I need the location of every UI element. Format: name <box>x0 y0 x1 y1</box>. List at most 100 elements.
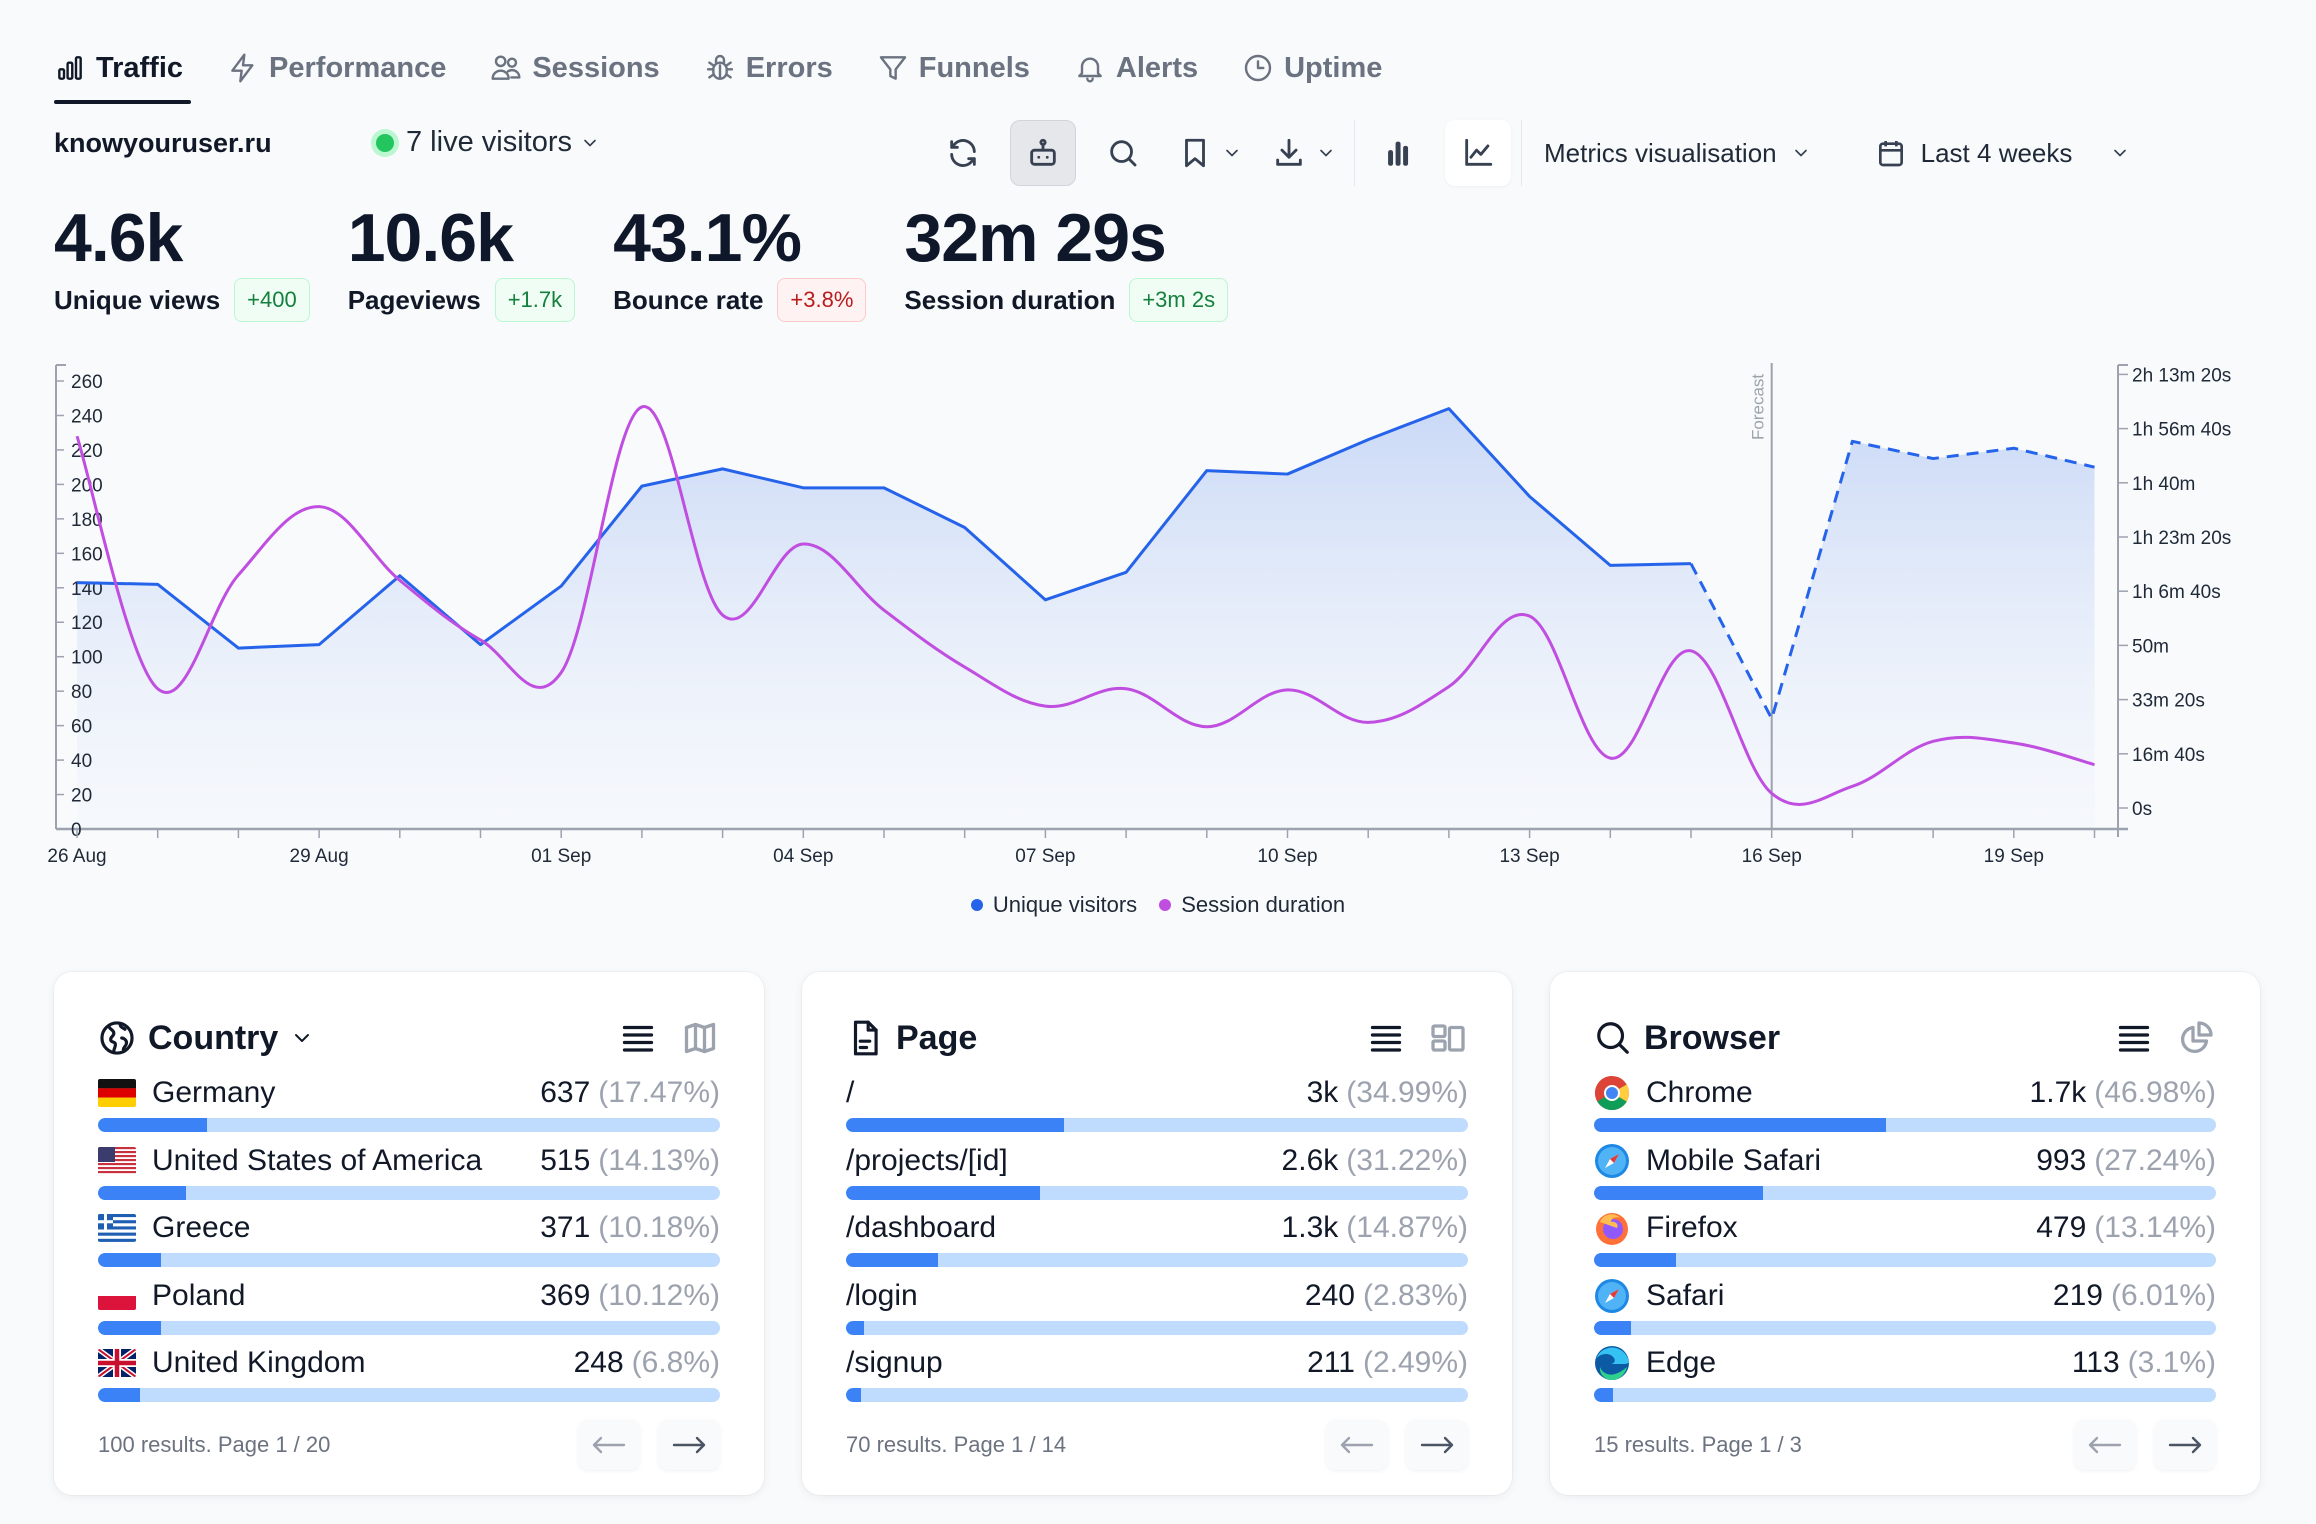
share-bar <box>1594 1388 2216 1402</box>
y-right-tick-label: 16m 40s <box>2132 745 2205 766</box>
share-bar <box>1594 1185 2216 1200</box>
layout-view-button[interactable] <box>1428 1018 1468 1058</box>
x-tick-label: 04 Sep <box>773 846 833 867</box>
list-item[interactable]: Greece 371 (10.18%) <box>98 1207 720 1275</box>
live-visitors-dropdown[interactable]: 7 live visitors <box>376 126 600 159</box>
main-tabs: Traffic Performance Sessions Errors Funn… <box>54 40 1426 104</box>
item-name: /dashboard <box>846 1211 997 1244</box>
list-item[interactable]: / 3k (34.99%) <box>846 1072 1468 1140</box>
tab-traffic[interactable]: Traffic <box>54 40 192 104</box>
list-item[interactable]: Edge 113 (3.1%) <box>1594 1342 2216 1410</box>
metric-bounce-rate[interactable]: 43.1% Bounce rate +3.8% <box>613 200 867 322</box>
funnel-icon <box>879 56 906 80</box>
file-icon <box>853 1020 878 1056</box>
tab-sessions[interactable]: Sessions <box>490 40 660 96</box>
item-count: 3k <box>1306 1076 1339 1109</box>
bookmark-dropdown[interactable] <box>1170 120 1250 186</box>
item-count: 113 <box>2071 1346 2120 1379</box>
metrics-visualisation-dropdown[interactable]: Metrics visualisation <box>1532 120 1823 186</box>
list-item[interactable]: /dashboard 1.3k (14.87%) <box>846 1207 1468 1275</box>
item-name: Chrome <box>1646 1076 1753 1109</box>
item-percent: (46.98%) <box>2094 1076 2216 1109</box>
tab-funnels[interactable]: Funnels <box>877 40 1030 96</box>
prev-page-button[interactable] <box>1326 1420 1388 1470</box>
traffic-chart-svg[interactable]: 0204060801001201401601802002202402600s16… <box>0 350 2316 950</box>
next-page-button[interactable] <box>658 1420 720 1470</box>
tab-label: Performance <box>269 51 447 84</box>
list-item[interactable]: /projects/[id] 2.6k (31.22%) <box>846 1140 1468 1208</box>
share-bar <box>846 1253 1468 1267</box>
line-chart-icon <box>1465 138 1493 166</box>
list-item[interactable]: Safari 219 (6.01%) <box>1594 1275 2216 1343</box>
download-dropdown[interactable] <box>1264 120 1344 186</box>
item-name: Safari <box>1646 1278 1725 1312</box>
y-right-tick-label: 1h 56m 40s <box>2132 420 2231 441</box>
prev-page-button[interactable] <box>578 1420 640 1470</box>
legend-item-session-duration[interactable]: Session duration <box>1159 892 1345 918</box>
search-button[interactable] <box>1090 120 1156 186</box>
list-item[interactable]: Germany 637 (17.47%) <box>98 1072 720 1140</box>
next-page-button[interactable] <box>2154 1420 2216 1470</box>
pagination-info: 100 results. Page 1 / 20 <box>98 1432 331 1457</box>
list-item[interactable]: Poland 369 (10.12%) <box>98 1275 720 1343</box>
y-right-tick-label: 1h 23m 20s <box>2132 528 2231 549</box>
list-view-button[interactable] <box>2114 1018 2154 1058</box>
arrow-right-icon <box>672 1436 706 1454</box>
list-item[interactable]: United States of America 515 (14.13%) <box>98 1140 720 1208</box>
list-item[interactable]: United Kingdom 248 (6.8%) <box>98 1342 720 1410</box>
item-name: United Kingdom <box>152 1346 366 1379</box>
item-count: 369 <box>540 1278 591 1312</box>
metric-unique-views[interactable]: 4.6k Unique views +400 <box>54 200 310 322</box>
legend-dot <box>970 899 983 911</box>
item-percent: (3.1%) <box>2127 1346 2216 1379</box>
item-name: Germany <box>152 1076 276 1109</box>
list-item[interactable]: Mobile Safari 993 (27.24%) <box>1594 1140 2216 1208</box>
list-item[interactable]: Chrome 1.7k (46.98%) <box>1594 1072 2216 1140</box>
tab-performance[interactable]: Performance <box>227 40 446 96</box>
legend-label: Session duration <box>1181 892 1346 917</box>
delta-badge: +400 <box>234 278 310 322</box>
bot-filter-button[interactable] <box>1010 120 1076 186</box>
list-item[interactable]: Firefox 479 (13.14%) <box>1594 1207 2216 1275</box>
item-name: Mobile Safari <box>1646 1143 1822 1177</box>
pie-view-button[interactable] <box>2176 1018 2216 1058</box>
arrow-right-icon <box>2168 1436 2202 1454</box>
share-bar <box>98 1320 720 1335</box>
legend-item-unique-visitors[interactable]: Unique visitors <box>970 892 1137 918</box>
share-bar <box>1594 1253 2216 1267</box>
y-right-tick-label: 2h 13m 20s <box>2132 365 2231 386</box>
prev-page-button[interactable] <box>2074 1420 2136 1470</box>
item-percent: (6.8%) <box>631 1346 720 1379</box>
map-view-button[interactable] <box>680 1018 720 1058</box>
tab-uptime[interactable]: Uptime <box>1242 40 1382 96</box>
tab-alerts[interactable]: Alerts <box>1074 40 1198 96</box>
pie-chart-icon <box>2180 1021 2213 1054</box>
page-list: / 3k (34.99%) /projects/[id] 2.6k (31.22%) /da… <box>846 1072 1468 1410</box>
y-right-tick-label: 33m 20s <box>2132 691 2205 712</box>
list-item[interactable]: /signup 211 (2.49%) <box>846 1342 1468 1410</box>
share-bar-fill <box>846 1388 862 1402</box>
country-dropdown[interactable]: Country <box>98 1019 314 1058</box>
list-view-button[interactable] <box>1366 1018 1406 1058</box>
tab-label: Errors <box>745 51 833 84</box>
metric-pageviews[interactable]: 10.6k Pageviews +1.7k <box>348 200 576 322</box>
clock-icon <box>1244 54 1272 82</box>
item-percent: (31.22%) <box>1346 1143 1468 1177</box>
metric-session-duration[interactable]: 32m 29s Session duration +3m 2s <box>904 200 1229 322</box>
period-dropdown[interactable]: Last 4 weeks <box>1863 120 2143 186</box>
metrics-visualisation-label: Metrics visualisation <box>1544 137 1777 168</box>
bar-chart-mode-button[interactable] <box>1365 120 1431 186</box>
live-status-dot <box>376 133 394 152</box>
live-visitors-label: 7 live visitors <box>406 126 572 158</box>
share-bar-fill <box>98 1118 207 1132</box>
refresh-button[interactable] <box>930 120 996 186</box>
list-item[interactable]: /login 240 (2.83%) <box>846 1275 1468 1343</box>
country-card: Country Germany 637 (17.47%) United States … <box>54 972 764 1495</box>
share-bar-fill <box>1594 1388 1614 1402</box>
chart-legend: Unique visitors Session duration <box>0 892 2316 918</box>
line-chart-mode-button[interactable] <box>1445 120 1511 186</box>
tab-errors[interactable]: Errors <box>704 40 833 96</box>
safari-icon <box>1594 1143 1630 1179</box>
list-view-button[interactable] <box>618 1018 658 1058</box>
next-page-button[interactable] <box>1406 1420 1468 1470</box>
